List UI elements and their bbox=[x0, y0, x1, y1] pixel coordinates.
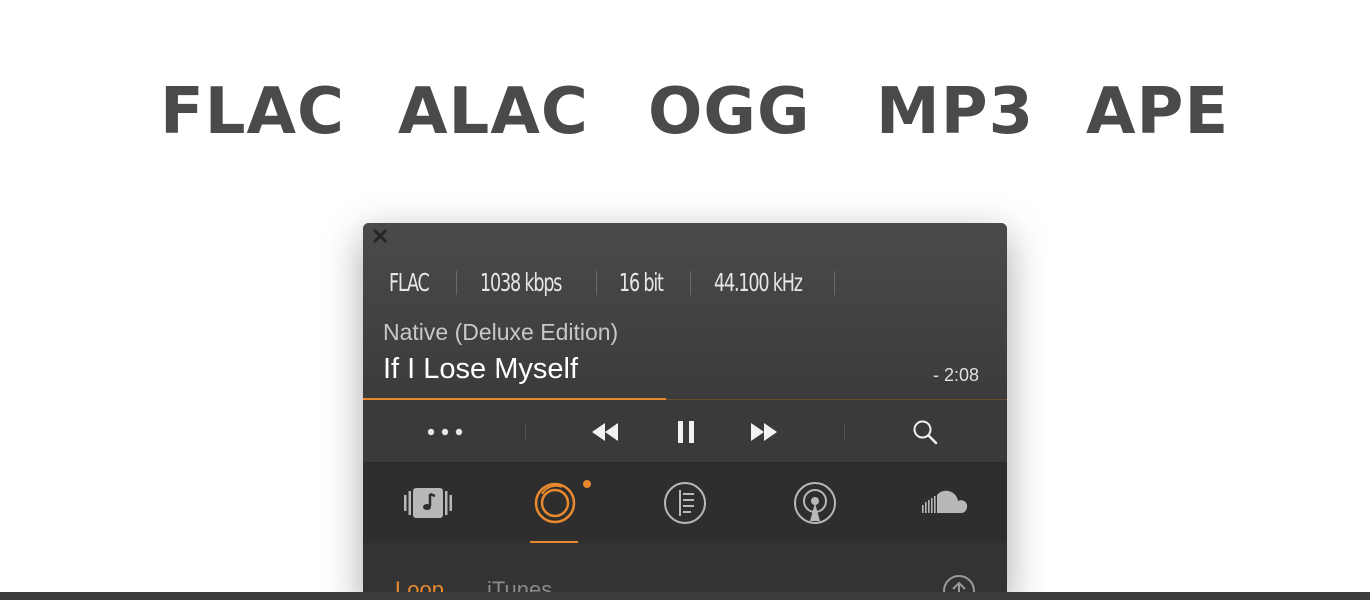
search-icon bbox=[913, 420, 938, 444]
album-title: Native (Deluxe Edition) bbox=[383, 319, 619, 345]
fast-forward-icon bbox=[751, 422, 777, 441]
search-button[interactable] bbox=[903, 401, 947, 462]
playlist-icon bbox=[664, 482, 706, 524]
spec-divider bbox=[834, 271, 835, 295]
fast-forward-button[interactable] bbox=[744, 401, 784, 462]
spec-divider bbox=[456, 271, 457, 295]
now-playing-icon bbox=[534, 482, 576, 524]
tab-library[interactable] bbox=[363, 463, 493, 543]
bit-depth-label: 16 bit bbox=[619, 268, 664, 297]
more-icon bbox=[427, 428, 463, 435]
pause-button[interactable] bbox=[666, 401, 706, 462]
format-list: FLAC ALAC OGG MP3 APE bbox=[0, 0, 1370, 200]
transport-controls bbox=[363, 401, 1007, 463]
control-divider bbox=[844, 425, 845, 439]
spec-divider bbox=[596, 271, 597, 295]
format-ogg: OGG bbox=[648, 75, 811, 149]
now-playing-header: ✕ FLAC 1038 kbps 16 bit 44.100 kHz Nativ… bbox=[363, 223, 1007, 400]
tab-radio[interactable] bbox=[750, 463, 880, 543]
tab-now-playing[interactable] bbox=[490, 463, 620, 543]
view-tabs bbox=[363, 463, 1007, 543]
notification-dot bbox=[583, 480, 591, 488]
rewind-icon bbox=[592, 422, 618, 441]
bitrate-label: 1038 kbps bbox=[480, 268, 562, 297]
tab-playlist[interactable] bbox=[620, 463, 750, 543]
track-title: If I Lose Myself bbox=[383, 353, 579, 385]
progress-fill[interactable] bbox=[363, 398, 666, 400]
tab-soundcloud[interactable] bbox=[880, 463, 1007, 543]
sample-rate-label: 44.100 kHz bbox=[714, 268, 803, 297]
format-alac: ALAC bbox=[398, 75, 589, 149]
time-remaining: - 2:08 bbox=[932, 365, 979, 385]
pause-icon bbox=[678, 420, 694, 443]
close-icon[interactable]: ✕ bbox=[371, 226, 389, 248]
format-mp3: MP3 bbox=[876, 75, 1035, 149]
bottom-edge-bar bbox=[0, 592, 1370, 600]
soundcloud-icon bbox=[922, 490, 968, 513]
control-divider bbox=[525, 425, 526, 439]
format-ape: APE bbox=[1086, 75, 1230, 149]
codec-label: FLAC bbox=[389, 268, 430, 297]
more-options-button[interactable] bbox=[415, 401, 475, 462]
spec-divider bbox=[690, 271, 691, 295]
library-icon bbox=[404, 488, 452, 518]
format-flac: FLAC bbox=[160, 75, 345, 149]
mini-player-window: ✕ FLAC 1038 kbps 16 bit 44.100 kHz Nativ… bbox=[363, 223, 1007, 600]
radio-icon bbox=[794, 482, 836, 524]
audio-specs: FLAC 1038 kbps 16 bit 44.100 kHz bbox=[363, 267, 1007, 299]
rewind-button[interactable] bbox=[585, 401, 625, 462]
